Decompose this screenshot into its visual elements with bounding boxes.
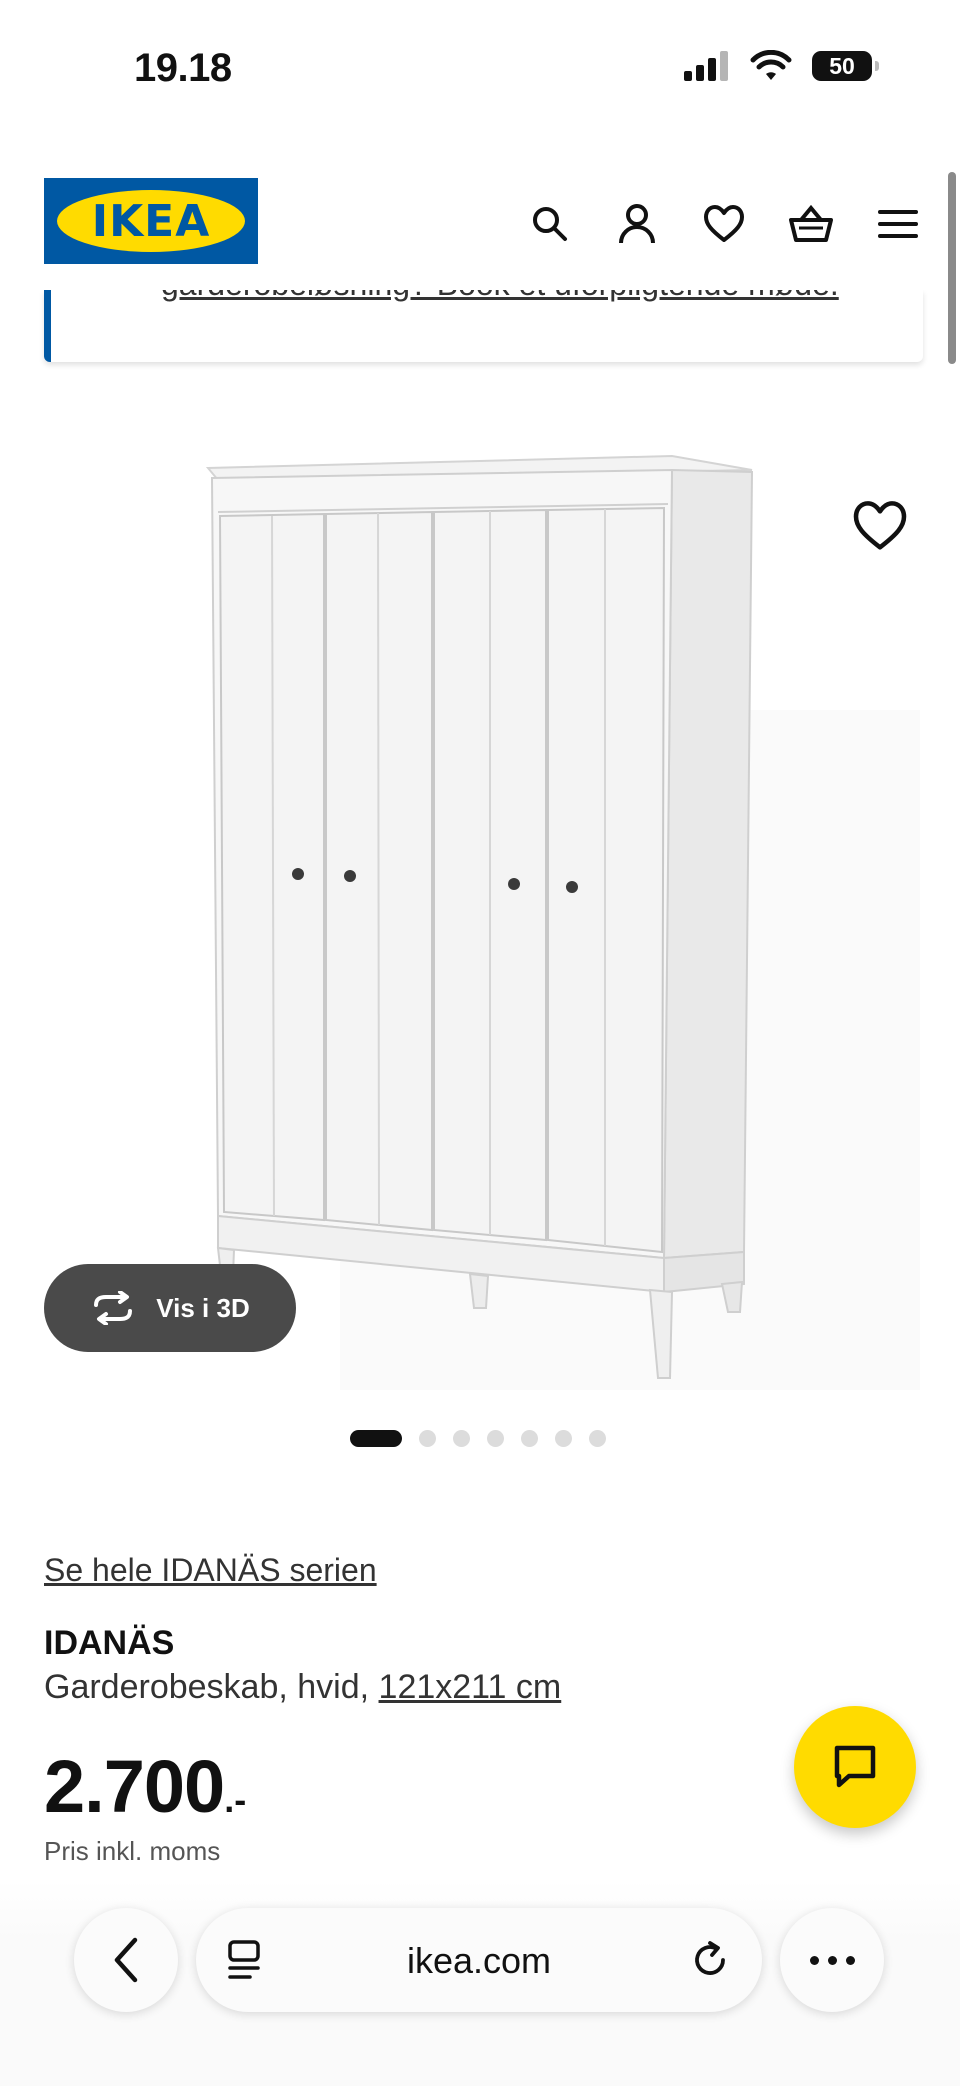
wifi-icon [750, 50, 792, 80]
price-suffix: .- [224, 1779, 247, 1820]
vat-note: Pris inkl. moms [44, 1836, 221, 1866]
battery-indicator: 50 [812, 51, 879, 81]
page-scrollbar[interactable] [948, 172, 956, 364]
signal-icon [684, 51, 728, 81]
product-description-text: Garderobeskab, hvid, [44, 1668, 370, 1706]
booking-banner[interactable]: garderobeløsning? Book et uforpligtende … [44, 290, 923, 362]
more-options-button[interactable] [780, 1908, 884, 2012]
status-bar: 19.18 50 [0, 0, 960, 140]
carousel-dot[interactable] [419, 1430, 436, 1447]
chat-icon [834, 1745, 876, 1788]
view-in-3d-button[interactable]: Vis i 3D [44, 1264, 296, 1352]
more-dot-icon [809, 1955, 819, 1965]
rotate-3d-icon [94, 1291, 133, 1325]
carousel-dot[interactable] [453, 1430, 470, 1447]
search-icon[interactable] [520, 194, 580, 254]
carousel-dot[interactable] [555, 1430, 572, 1447]
product-description: Garderobeskab, hvid, 121x211 cm [44, 1668, 561, 1707]
product-price: 2.700 .- [44, 1744, 246, 1829]
carousel-dot[interactable] [487, 1430, 504, 1447]
ikea-logo[interactable]: IKEA [44, 178, 258, 264]
carousel-dot[interactable] [521, 1430, 538, 1447]
basket-icon[interactable] [781, 194, 841, 254]
site-header: IKEA [0, 160, 960, 290]
product-image[interactable] [0, 400, 960, 1410]
address-bar[interactable]: ikea.com [196, 1908, 762, 2012]
header-actions [520, 194, 928, 254]
status-time: 19.18 [134, 46, 232, 90]
menu-icon[interactable] [868, 194, 928, 254]
product-name: IDANÄS [44, 1624, 175, 1662]
size-link[interactable]: 121x211 cm [379, 1668, 562, 1706]
view-in-3d-label: Vis i 3D [156, 1292, 250, 1323]
more-dot-icon [845, 1955, 855, 1965]
logo-text: IKEA [57, 190, 245, 252]
price-value: 2.700 [44, 1745, 225, 1828]
chat-button[interactable] [794, 1706, 916, 1828]
account-icon[interactable] [607, 194, 667, 254]
more-dot-icon [827, 1955, 837, 1965]
chevron-left-icon [114, 1937, 138, 1983]
browser-back-button[interactable] [74, 1908, 178, 2012]
heart-icon[interactable] [694, 194, 754, 254]
add-to-favourites-heart-icon[interactable] [852, 498, 908, 554]
url-text[interactable]: ikea.com [196, 1940, 762, 1982]
series-link[interactable]: Se hele IDANÄS serien [44, 1552, 377, 1589]
wardrobe-illustration [205, 454, 920, 1390]
carousel-dot[interactable] [589, 1430, 606, 1447]
carousel-dot[interactable] [350, 1430, 402, 1447]
carousel-indicator[interactable] [350, 1430, 606, 1447]
banner-link[interactable]: garderobeløsning? Book et uforpligtende … [161, 290, 839, 303]
status-icons: 50 [684, 50, 879, 82]
reload-icon[interactable] [688, 1938, 732, 1982]
